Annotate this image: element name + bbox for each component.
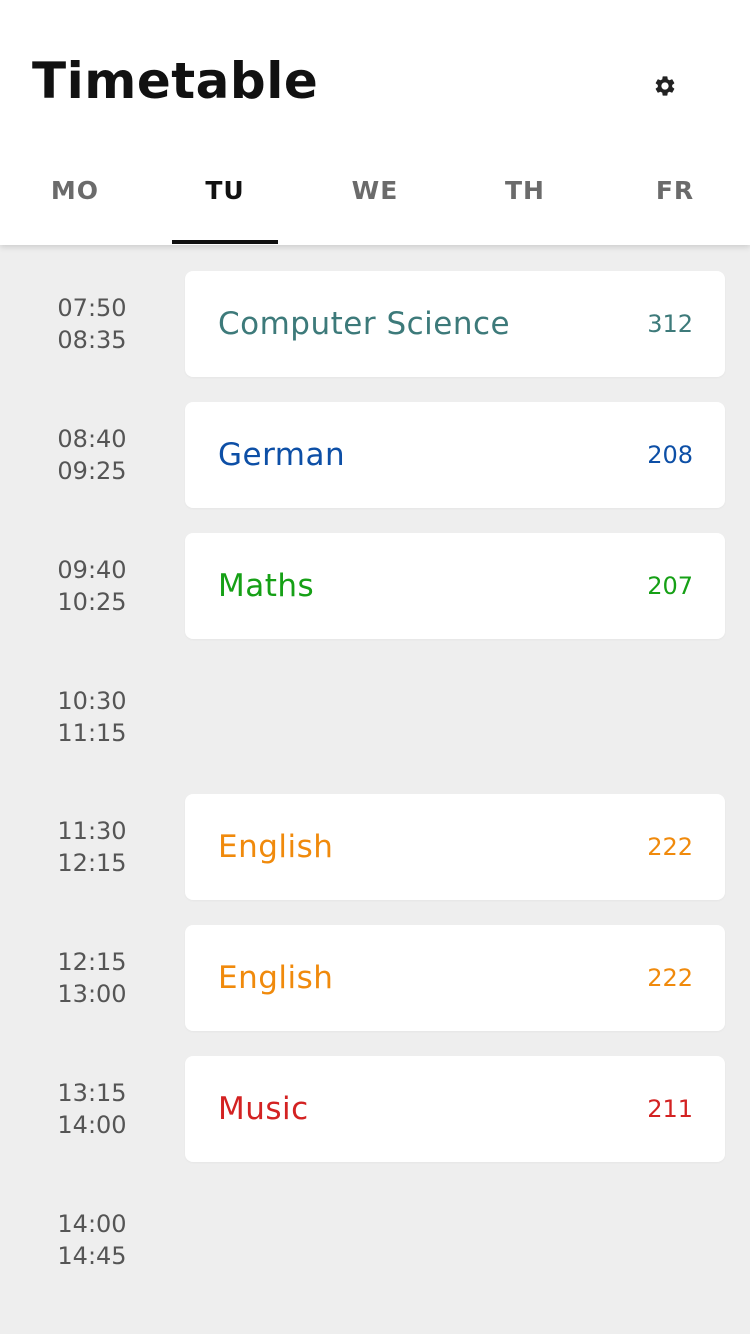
lesson-card[interactable]: English 222 — [185, 925, 725, 1031]
lesson-subject: English — [218, 829, 334, 865]
period-time: 09:40 10:25 — [32, 554, 152, 618]
lesson-subject: English — [218, 960, 334, 996]
period-end: 11:15 — [57, 719, 127, 747]
period-row: 10:30 11:15 — [0, 664, 750, 770]
period-time: 08:40 09:25 — [32, 423, 152, 487]
weekday-tabs: MO TU WE TH FR — [0, 160, 750, 245]
tab-monday[interactable]: MO — [0, 160, 150, 245]
period-end: 12:15 — [57, 849, 127, 877]
lesson-room: 207 — [647, 572, 693, 600]
period-row: 09:40 10:25 Maths 207 — [0, 533, 750, 639]
app-header: Timetable MO TU WE TH FR — [0, 0, 750, 245]
period-end: 09:25 — [57, 457, 127, 485]
period-start: 08:40 — [57, 425, 127, 453]
lesson-card[interactable]: Computer Science 312 — [185, 271, 725, 377]
lesson-subject: Maths — [218, 568, 315, 604]
lesson-room: 208 — [647, 441, 693, 469]
period-end: 13:00 — [57, 980, 127, 1008]
period-start: 12:15 — [57, 948, 127, 976]
period-start: 13:15 — [57, 1079, 127, 1107]
lesson-room: 222 — [647, 833, 693, 861]
period-end: 14:45 — [57, 1242, 127, 1270]
lesson-room: 222 — [647, 964, 693, 992]
lesson-subject: Computer Science — [218, 306, 511, 342]
period-row: 14:00 14:45 — [0, 1187, 750, 1293]
period-start: 07:50 — [57, 294, 127, 322]
lesson-card[interactable]: German 208 — [185, 402, 725, 508]
period-time: 10:30 11:15 — [32, 685, 152, 749]
timetable-list: 07:50 08:35 Computer Science 312 08:40 0… — [0, 245, 750, 1334]
tab-thursday[interactable]: TH — [450, 160, 600, 245]
tab-friday[interactable]: FR — [600, 160, 750, 245]
lesson-subject: Music — [218, 1091, 309, 1127]
lesson-card[interactable]: Music 211 — [185, 1056, 725, 1162]
period-time: 12:15 13:00 — [32, 946, 152, 1010]
period-row: 11:30 12:15 English 222 — [0, 794, 750, 900]
period-start: 14:00 — [57, 1210, 127, 1238]
period-time: 11:30 12:15 — [32, 815, 152, 879]
lesson-room: 211 — [647, 1095, 693, 1123]
period-row: 12:15 13:00 English 222 — [0, 925, 750, 1031]
period-time: 13:15 14:00 — [32, 1077, 152, 1141]
tab-tuesday[interactable]: TU — [150, 160, 300, 245]
active-tab-indicator — [172, 240, 278, 244]
lesson-card[interactable]: Maths 207 — [185, 533, 725, 639]
settings-button[interactable] — [645, 66, 685, 106]
lesson-room: 312 — [647, 310, 693, 338]
period-row: 07:50 08:35 Computer Science 312 — [0, 271, 750, 377]
period-row: 13:15 14:00 Music 211 — [0, 1056, 750, 1162]
lesson-subject: German — [218, 437, 346, 473]
gear-icon — [655, 76, 675, 96]
lesson-card[interactable]: English 222 — [185, 794, 725, 900]
tab-wednesday[interactable]: WE — [300, 160, 450, 245]
period-end: 10:25 — [57, 588, 127, 616]
period-end: 08:35 — [57, 326, 127, 354]
page-title: Timetable — [32, 52, 319, 110]
period-time: 07:50 08:35 — [32, 292, 152, 356]
period-start: 11:30 — [57, 817, 127, 845]
period-end: 14:00 — [57, 1111, 127, 1139]
period-start: 09:40 — [57, 556, 127, 584]
period-time: 14:00 14:45 — [32, 1208, 152, 1272]
period-start: 10:30 — [57, 687, 127, 715]
period-row: 08:40 09:25 German 208 — [0, 402, 750, 508]
